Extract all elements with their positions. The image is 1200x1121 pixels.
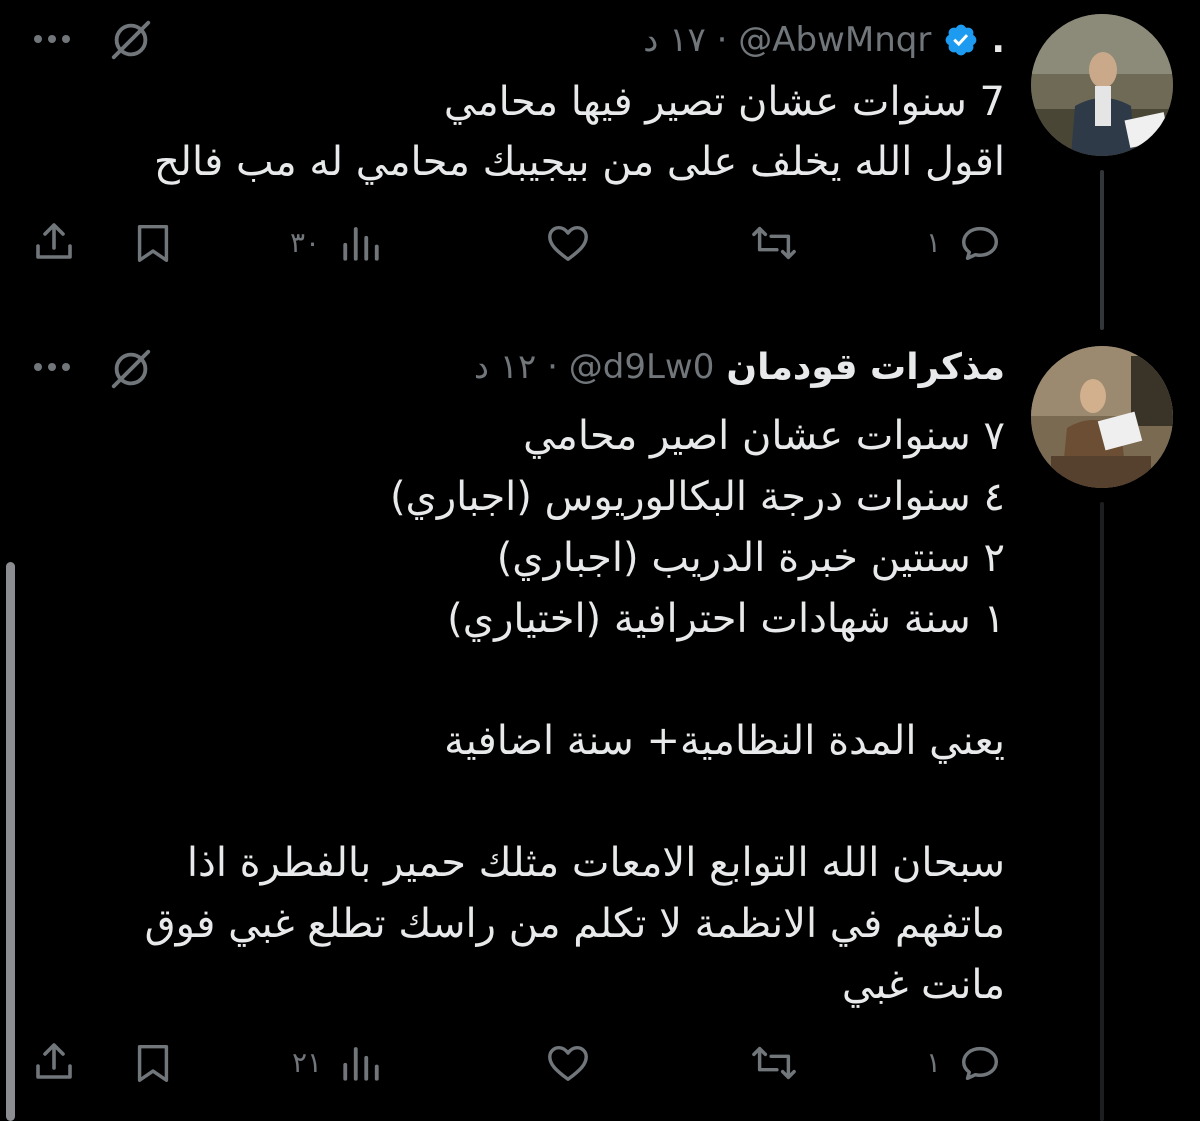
reply-count: ١ [926, 226, 942, 259]
thread-line [1100, 170, 1104, 330]
tweet-2[interactable]: مذكرات قودمان @d9Lw0 · ١٢ د ٧ سنوات عشان… [0, 330, 1200, 1121]
meta-separator: · [547, 347, 558, 387]
views-icon[interactable] [340, 1042, 382, 1084]
author-name[interactable]: . [991, 20, 1005, 61]
verified-badge-icon [945, 24, 977, 56]
tweet-text: ٧ سنوات عشان اصير محامي ٤ سنوات درجة الب… [144, 413, 1005, 1008]
bookmark-icon[interactable] [130, 220, 176, 266]
tweet-time[interactable]: ١٧ د [643, 20, 705, 60]
tweet-1[interactable]: . @AbwMnqr · ١٧ د 7 سنوات عشان تصير فيها… [0, 0, 1200, 330]
avatar[interactable] [1031, 346, 1173, 488]
grok-icon[interactable] [108, 346, 154, 392]
author-name[interactable]: مذكرات قودمان [726, 347, 1005, 388]
tweet-header: مذكرات قودمان @d9Lw0 · ١٢ د [474, 342, 1005, 392]
tweet-time[interactable]: ١٢ د [474, 347, 536, 387]
more-icon[interactable] [28, 24, 76, 54]
tweet-text: 7 سنوات عشان تصير فيها محامي اقول الله ي… [153, 79, 1005, 185]
views-icon[interactable] [340, 222, 382, 264]
grok-icon[interactable] [108, 17, 154, 63]
retweet-icon[interactable] [748, 220, 800, 266]
avatar[interactable] [1031, 14, 1173, 156]
more-icon[interactable] [28, 352, 76, 382]
share-icon[interactable] [30, 218, 78, 266]
like-icon[interactable] [543, 220, 593, 266]
like-icon[interactable] [543, 1040, 593, 1086]
scrollbar[interactable] [6, 562, 15, 1121]
bookmark-icon[interactable] [130, 1040, 176, 1086]
tweet-header: . @AbwMnqr · ١٧ د [643, 15, 1005, 65]
retweet-icon[interactable] [748, 1040, 800, 1086]
views-count: ٣٠ [290, 226, 321, 259]
tweet-meta: @d9Lw0 · ١٢ د [474, 347, 715, 387]
share-icon[interactable] [30, 1038, 78, 1086]
author-handle[interactable]: @d9Lw0 [569, 347, 715, 387]
author-handle[interactable]: @AbwMnqr [738, 20, 931, 60]
meta-separator: · [716, 20, 728, 60]
reply-icon[interactable] [955, 220, 1005, 266]
reply-icon[interactable] [955, 1040, 1005, 1086]
thread-line [1100, 502, 1104, 1121]
tweet-meta: @AbwMnqr · ١٧ د [643, 20, 931, 60]
views-count: ٢١ [292, 1046, 323, 1079]
reply-count: ١ [926, 1046, 942, 1079]
